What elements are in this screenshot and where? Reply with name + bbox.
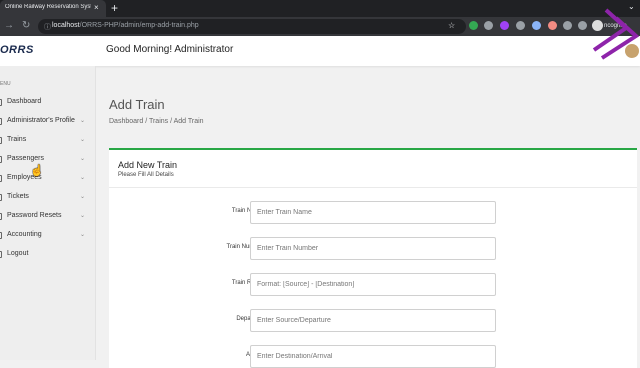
tab-title: Online Railway Reservation Syste xyxy=(5,4,91,10)
sidebar-item-label: Trains xyxy=(7,136,27,143)
sidebar-item-trains[interactable]: Trains ⌄ xyxy=(0,134,96,148)
sidebar-item-label: Dashboard xyxy=(7,98,42,105)
sidebar-item-logout[interactable]: Logout xyxy=(0,248,96,262)
train-icon xyxy=(0,137,2,144)
top-header: ORRS Good Morning! Administrator xyxy=(0,36,640,66)
greeting-text: Good Morning! Administrator xyxy=(106,44,234,55)
sidebar-item-dashboard[interactable]: Dashboard xyxy=(0,96,96,110)
mouse-cursor-icon: ☝ xyxy=(30,165,44,177)
chevron-down-icon: ⌄ xyxy=(80,194,86,200)
ticket-icon xyxy=(0,194,2,201)
url-text: localhost/ORRS-PHP/admin/emp-add-train.p… xyxy=(52,22,199,29)
extension-icon[interactable] xyxy=(548,21,557,30)
departure-input[interactable] xyxy=(250,309,496,332)
purple-chevron-decoration xyxy=(592,8,640,60)
tab-close-icon[interactable]: × xyxy=(94,3,99,13)
arrival-input[interactable] xyxy=(250,345,496,368)
address-bar: → ↻ ⓘ localhost/ORRS-PHP/admin/emp-add-t… xyxy=(0,17,640,36)
chevron-down-icon: ⌄ xyxy=(80,213,86,219)
dashboard-icon xyxy=(0,99,2,106)
extension-icon[interactable] xyxy=(484,21,493,30)
calculator-icon xyxy=(0,232,2,239)
chevron-down-icon: ⌄ xyxy=(80,118,86,124)
url-field[interactable]: ⓘ localhost/ORRS-PHP/admin/emp-add-train… xyxy=(38,19,466,34)
sidebar: ENU Dashboard Administrator's Profile ⌄ … xyxy=(0,66,96,360)
train-number-input[interactable] xyxy=(250,237,496,260)
extensions-puzzle-icon[interactable] xyxy=(563,21,572,30)
sidebar-item-label: Logout xyxy=(7,250,29,257)
sidebar-item-label: Administrator's Profile xyxy=(7,117,75,124)
sidebar-item-employees[interactable]: Employees ⌄ xyxy=(0,172,96,186)
users-icon xyxy=(0,156,2,163)
train-route-input[interactable] xyxy=(250,273,496,296)
divider xyxy=(109,187,637,188)
page-title: Add Train xyxy=(109,97,165,112)
card-title: Add New Train xyxy=(118,160,178,170)
power-icon xyxy=(0,251,2,258)
chevron-down-icon: ⌄ xyxy=(80,156,86,162)
sidebar-item-label: Password Resets xyxy=(7,212,62,219)
extension-icon[interactable] xyxy=(516,21,525,30)
sidebar-item-label: Tickets xyxy=(7,193,29,200)
new-tab-icon[interactable]: + xyxy=(111,1,118,15)
extension-icon[interactable] xyxy=(532,21,541,30)
chevron-down-icon: ⌄ xyxy=(80,137,86,143)
briefcase-icon xyxy=(0,175,2,182)
chevron-down-icon: ⌄ xyxy=(80,175,86,181)
user-icon xyxy=(0,118,2,125)
browser-tab-strip: Online Railway Reservation Syste × + ⌄ xyxy=(0,0,640,17)
sidebar-item-administrator-profile[interactable]: Administrator's Profile ⌄ xyxy=(0,115,96,129)
extension-icon[interactable] xyxy=(469,21,478,30)
sidebar-item-tickets[interactable]: Tickets ⌄ xyxy=(0,191,96,205)
browser-tab[interactable]: Online Railway Reservation Syste × xyxy=(0,0,106,17)
chevron-down-icon: ⌄ xyxy=(80,232,86,238)
card-subtitle: Please Fill All Details xyxy=(118,172,174,178)
breadcrumb[interactable]: Dashboard / Trains / Add Train xyxy=(109,118,204,125)
lock-icon xyxy=(0,213,2,220)
sidebar-item-label: Passengers xyxy=(7,155,44,162)
sidebar-item-accounting[interactable]: Accounting ⌄ xyxy=(0,229,96,243)
sidebar-item-password-resets[interactable]: Password Resets ⌄ xyxy=(0,210,96,224)
web-page: ORRS Good Morning! Administrator ENU Das… xyxy=(0,36,640,368)
app-logo[interactable]: ORRS xyxy=(0,44,34,56)
train-name-input[interactable] xyxy=(250,201,496,224)
extension-icon[interactable] xyxy=(500,21,509,30)
main-content: Add Train Dashboard / Trains / Add Train… xyxy=(96,66,640,368)
sidebar-item-label: Accounting xyxy=(7,231,42,238)
reload-icon[interactable]: ↻ xyxy=(22,20,30,32)
back-icon[interactable]: → xyxy=(4,20,14,32)
bookmark-star-icon[interactable]: ☆ xyxy=(448,21,455,30)
add-train-card: Add New Train Please Fill All Details Tr… xyxy=(109,148,637,368)
sidebar-item-passengers[interactable]: Passengers ⌄ xyxy=(0,153,96,167)
info-icon[interactable]: ⓘ xyxy=(44,22,51,32)
menu-heading: ENU xyxy=(0,81,11,87)
